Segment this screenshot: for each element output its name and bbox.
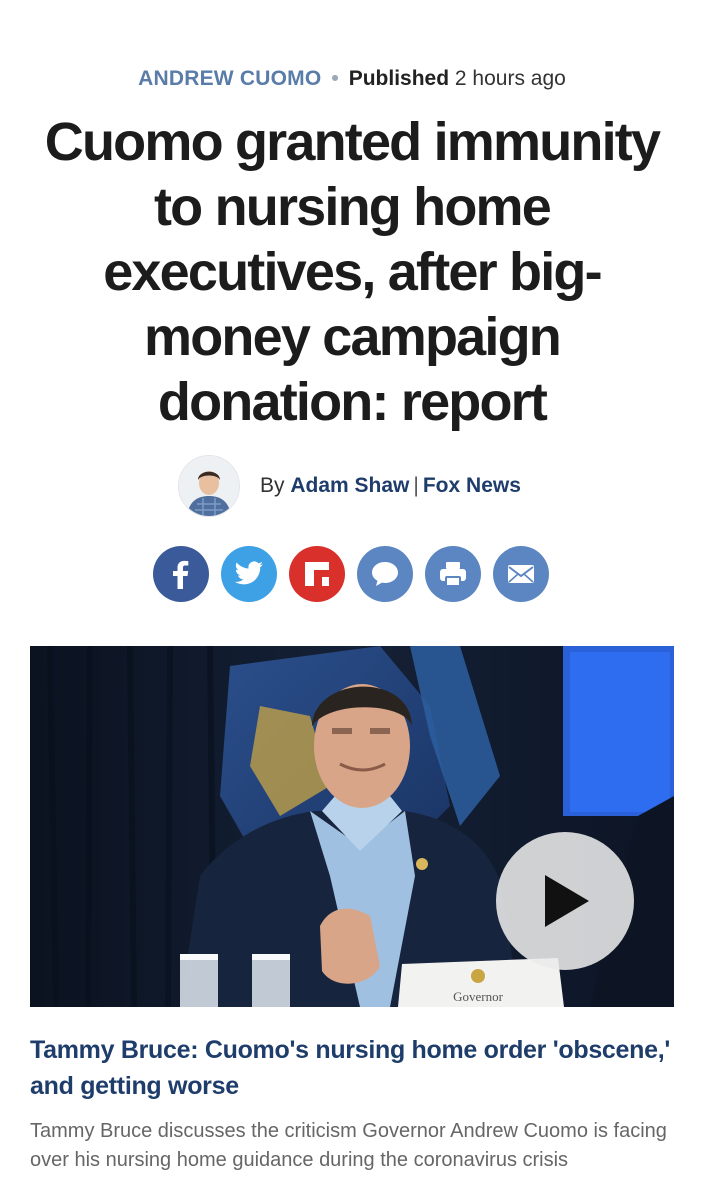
- share-print-button[interactable]: [425, 546, 481, 602]
- published-label: Published: [348, 67, 450, 90]
- published-time: 2 hours ago: [454, 67, 566, 90]
- video-title-link[interactable]: Tammy Bruce: Cuomo's nursing home order …: [30, 1032, 680, 1104]
- play-button[interactable]: [496, 832, 634, 970]
- print-icon: [440, 562, 466, 587]
- author-link[interactable]: Adam Shaw: [290, 474, 409, 497]
- category-link[interactable]: ANDREW CUOMO: [138, 67, 321, 90]
- share-twitter-button[interactable]: [221, 546, 277, 602]
- outlet-link[interactable]: Fox News: [423, 474, 521, 497]
- twitter-icon: [234, 561, 263, 585]
- share-flipboard-button[interactable]: [289, 546, 345, 602]
- share-facebook-button[interactable]: [153, 546, 209, 602]
- email-icon: [508, 565, 534, 583]
- byline-text: By Adam Shaw | Fox News: [260, 474, 521, 498]
- comment-icon: [372, 562, 398, 586]
- share-email-button[interactable]: [493, 546, 549, 602]
- governor-placard-text: Governor: [453, 989, 503, 1004]
- article-headline: Cuomo granted immunity to nursing home e…: [44, 112, 661, 432]
- author-avatar[interactable]: [178, 455, 240, 517]
- facebook-icon: [173, 560, 189, 589]
- video-player[interactable]: Governor: [30, 646, 674, 1007]
- byline-separator: |: [413, 474, 419, 497]
- video-description: Tammy Bruce discusses the criticism Gove…: [30, 1120, 667, 1171]
- byline-prefix: By: [260, 474, 285, 497]
- flipboard-icon: [305, 562, 329, 586]
- article-meta: ANDREW CUOMO • Published 2 hours ago: [0, 64, 704, 94]
- byline: By Adam Shaw | Fox News: [178, 455, 521, 517]
- play-icon: [545, 875, 589, 927]
- share-bar: [153, 546, 549, 602]
- share-comments-button[interactable]: [357, 546, 413, 602]
- meta-separator-dot: •: [331, 67, 339, 90]
